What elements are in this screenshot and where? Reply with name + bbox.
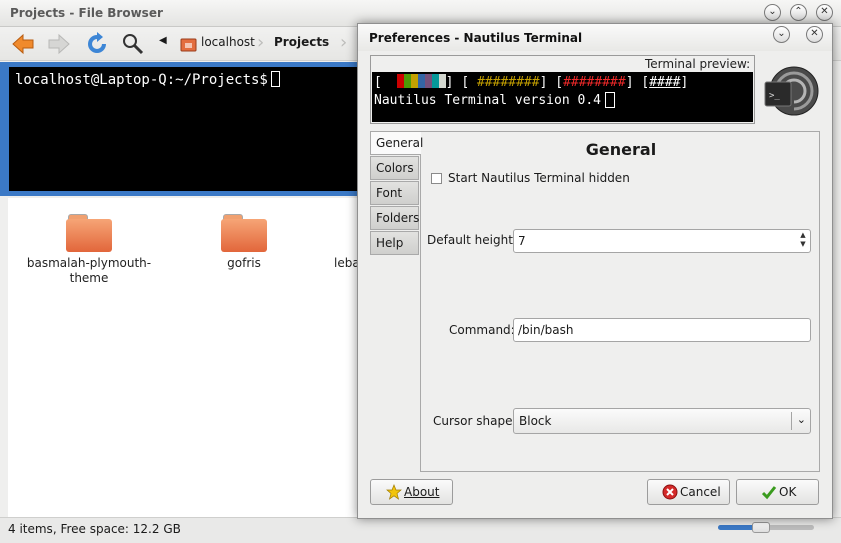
start-hidden-checkbox[interactable] bbox=[431, 173, 442, 184]
maximize-button[interactable]: ⌃ bbox=[790, 4, 807, 21]
preview-color-line: [ ] [ ########] [########] [####] bbox=[374, 74, 689, 90]
zoom-slider[interactable] bbox=[718, 522, 814, 534]
general-page: General Start Nautilus Terminal hidden D… bbox=[420, 131, 820, 472]
dialog-minimize-button[interactable]: ⌄ bbox=[773, 26, 790, 43]
command-value: /bin/bash bbox=[518, 323, 574, 337]
dialog-titlebar: Preferences - Nautilus Terminal ⌄ ✕ bbox=[358, 24, 832, 51]
nautilus-terminal-app-icon: >_ bbox=[764, 66, 819, 116]
preview-cursor bbox=[604, 92, 615, 108]
file-list: basmalah-plymouth- theme gofris leba bbox=[8, 198, 368, 520]
file-name: basmalah-plymouth- theme bbox=[26, 256, 152, 285]
terminal-prompt: localhost@Laptop-Q:~/Projects$ bbox=[15, 72, 268, 88]
svg-text:>_: >_ bbox=[769, 91, 780, 101]
file-browser-title: Projects - File Browser bbox=[10, 6, 163, 20]
section-title: General bbox=[585, 140, 657, 159]
preview-version-text: Nautilus Terminal version 0.4 bbox=[374, 93, 601, 108]
tab-help[interactable]: Help bbox=[370, 231, 419, 255]
terminal-preview: [ ] [ ########] [########] [####] Nautil… bbox=[372, 72, 753, 122]
cancel-icon bbox=[662, 484, 678, 500]
tab-general[interactable]: General bbox=[370, 131, 423, 155]
list-item[interactable]: basmalah-plymouth- theme bbox=[24, 214, 154, 286]
preview-hashes-3: #### bbox=[649, 75, 681, 90]
default-height-label: Default height: bbox=[427, 233, 517, 247]
folder-icon bbox=[221, 214, 267, 252]
ok-button[interactable]: OK bbox=[736, 479, 819, 505]
dialog-close-button[interactable]: ✕ bbox=[806, 26, 823, 43]
tab-colors[interactable]: Colors bbox=[370, 156, 419, 180]
close-button[interactable]: ✕ bbox=[816, 4, 833, 21]
status-bar: 4 items, Free space: 12.2 GB bbox=[0, 517, 841, 543]
minimize-button[interactable]: ⌄ bbox=[764, 4, 781, 21]
command-label: Command: bbox=[449, 323, 515, 337]
about-button[interactable]: About bbox=[370, 479, 453, 505]
spin-arrows-icon[interactable]: ▲ ▼ bbox=[797, 231, 809, 251]
forward-arrow-icon[interactable] bbox=[46, 31, 72, 57]
cursor-shape-value: Block bbox=[519, 414, 552, 428]
search-icon[interactable] bbox=[120, 31, 146, 57]
command-field[interactable]: /bin/bash bbox=[513, 318, 811, 342]
preview-hashes-1: ######## bbox=[476, 75, 540, 90]
start-hidden-label: Start Nautilus Terminal hidden bbox=[448, 171, 630, 185]
breadcrumb-left-arrow-icon[interactable]: ◀ bbox=[159, 35, 167, 46]
terminal-cursor bbox=[270, 71, 280, 87]
chevron-down-icon: ⌄ bbox=[796, 413, 806, 426]
about-label: About bbox=[404, 485, 440, 499]
preferences-dialog: Preferences - Nautilus Terminal ⌄ ✕ Term… bbox=[357, 23, 833, 519]
back-arrow-icon[interactable] bbox=[10, 31, 36, 57]
home-folder-icon bbox=[180, 38, 197, 52]
list-item[interactable]: gofris bbox=[179, 214, 309, 271]
tab-font[interactable]: Font bbox=[370, 181, 419, 205]
star-icon bbox=[386, 484, 402, 500]
status-text: 4 items, Free space: 12.2 GB bbox=[8, 522, 181, 536]
cancel-button[interactable]: Cancel bbox=[647, 479, 730, 505]
checkmark-icon bbox=[761, 486, 777, 500]
ok-label: OK bbox=[779, 485, 797, 499]
breadcrumb-separator: › bbox=[340, 32, 348, 53]
embedded-terminal[interactable]: localhost@Laptop-Q:~/Projects$ bbox=[8, 66, 368, 192]
zoom-slider-handle[interactable] bbox=[752, 522, 771, 533]
default-height-value: 7 bbox=[518, 234, 526, 248]
reload-icon[interactable] bbox=[84, 31, 110, 57]
cursor-shape-label: Cursor shape: bbox=[433, 414, 517, 428]
dialog-title: Preferences - Nautilus Terminal bbox=[369, 31, 583, 45]
breadcrumb-separator: › bbox=[257, 32, 265, 53]
tab-folders[interactable]: Folders bbox=[370, 206, 419, 230]
breadcrumb-projects[interactable]: Projects bbox=[274, 35, 329, 49]
terminal-preview-label: Terminal preview: bbox=[645, 57, 751, 71]
file-name: gofris bbox=[227, 256, 261, 270]
folder-icon bbox=[66, 214, 112, 252]
cursor-shape-select[interactable]: Block ⌄ bbox=[513, 408, 811, 434]
default-height-spinbox[interactable]: 7 ▲ ▼ bbox=[513, 229, 811, 253]
cancel-label: Cancel bbox=[680, 485, 721, 499]
breadcrumb-localhost[interactable]: localhost bbox=[201, 35, 255, 49]
preview-hashes-2: ######## bbox=[563, 75, 626, 90]
